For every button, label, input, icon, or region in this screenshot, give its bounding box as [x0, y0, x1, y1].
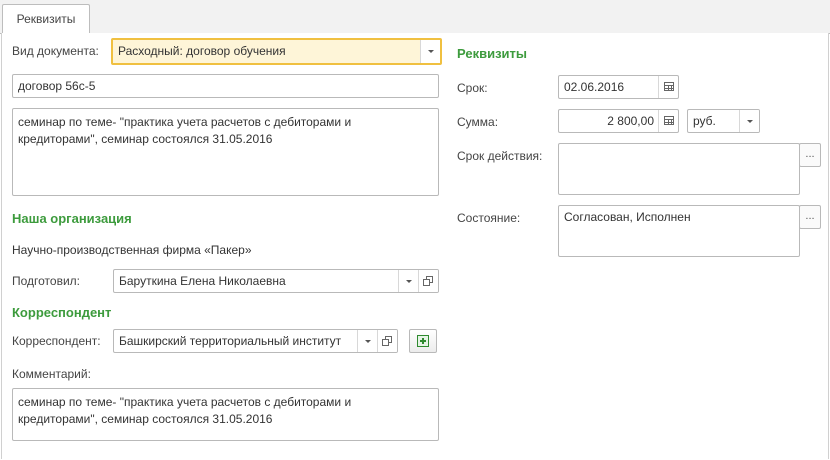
state-input[interactable]: Согласован, Исполнен [558, 205, 800, 257]
dropdown-arrow-icon[interactable] [357, 330, 377, 352]
correspondent-select[interactable]: Башкирский территориальный институт [113, 329, 398, 353]
comment-label: Комментарий: [12, 367, 91, 381]
tab-bar: Реквизиты [0, 0, 830, 35]
add-icon [417, 335, 429, 347]
validity-more-button[interactable]: ... [799, 143, 821, 167]
state-label: Состояние: [457, 211, 521, 225]
calculator-icon[interactable] [658, 110, 678, 132]
validity-input[interactable] [558, 143, 800, 195]
currency-select[interactable]: руб. [687, 109, 760, 133]
correspondent-heading: Корреспондент [12, 305, 112, 320]
prepared-select[interactable]: Баруткина Елена Николаевна [113, 269, 439, 293]
dropdown-arrow-icon[interactable] [739, 110, 759, 132]
amount-input[interactable]: 2 800,00 [558, 109, 679, 133]
calendar-icon[interactable] [658, 76, 678, 98]
amount-label: Сумма: [457, 115, 499, 129]
dropdown-arrow-icon[interactable] [420, 40, 440, 63]
state-more-button[interactable]: ... [799, 205, 821, 229]
our-org-heading: Наша организация [12, 211, 132, 226]
amount-value: 2 800,00 [607, 114, 654, 128]
doc-name-value: договор 56с-5 [18, 79, 96, 93]
correspondent-value: Башкирский территориальный институт [119, 334, 342, 348]
open-form-icon[interactable] [377, 330, 397, 352]
term-label: Срок: [457, 81, 488, 95]
requisites-heading: Реквизиты [457, 46, 527, 61]
state-value: Согласован, Исполнен [564, 210, 691, 224]
dropdown-arrow-icon[interactable] [398, 270, 418, 292]
description-value: семинар по теме- "практика учета расчето… [18, 115, 352, 146]
add-correspondent-button[interactable] [409, 329, 437, 353]
description-textarea[interactable]: семинар по теме- "практика учета расчето… [12, 108, 439, 196]
form-panel: Вид документа: Расходный: договор обучен… [1, 33, 829, 459]
open-form-icon[interactable] [418, 270, 438, 292]
prepared-label: Подготовил: [12, 274, 81, 288]
validity-label: Срок действия: [457, 149, 543, 163]
term-value: 02.06.2016 [564, 80, 625, 94]
prepared-value: Баруткина Елена Николаевна [119, 274, 286, 288]
doc-type-value: Расходный: договор обучения [118, 44, 286, 58]
doc-type-select[interactable]: Расходный: договор обучения [111, 38, 442, 65]
comment-value: семинар по теме- "практика учета расчето… [18, 395, 352, 426]
doc-name-input[interactable]: договор 56с-5 [12, 74, 439, 98]
comment-textarea[interactable]: семинар по теме- "практика учета расчето… [12, 388, 439, 441]
tab-requisites[interactable]: Реквизиты [2, 4, 90, 35]
doc-type-label: Вид документа: [12, 44, 99, 58]
correspondent-label: Корреспондент: [12, 334, 101, 348]
org-name: Научно-производственная фирма «Пакер» [12, 243, 252, 257]
term-date-input[interactable]: 02.06.2016 [558, 75, 679, 99]
